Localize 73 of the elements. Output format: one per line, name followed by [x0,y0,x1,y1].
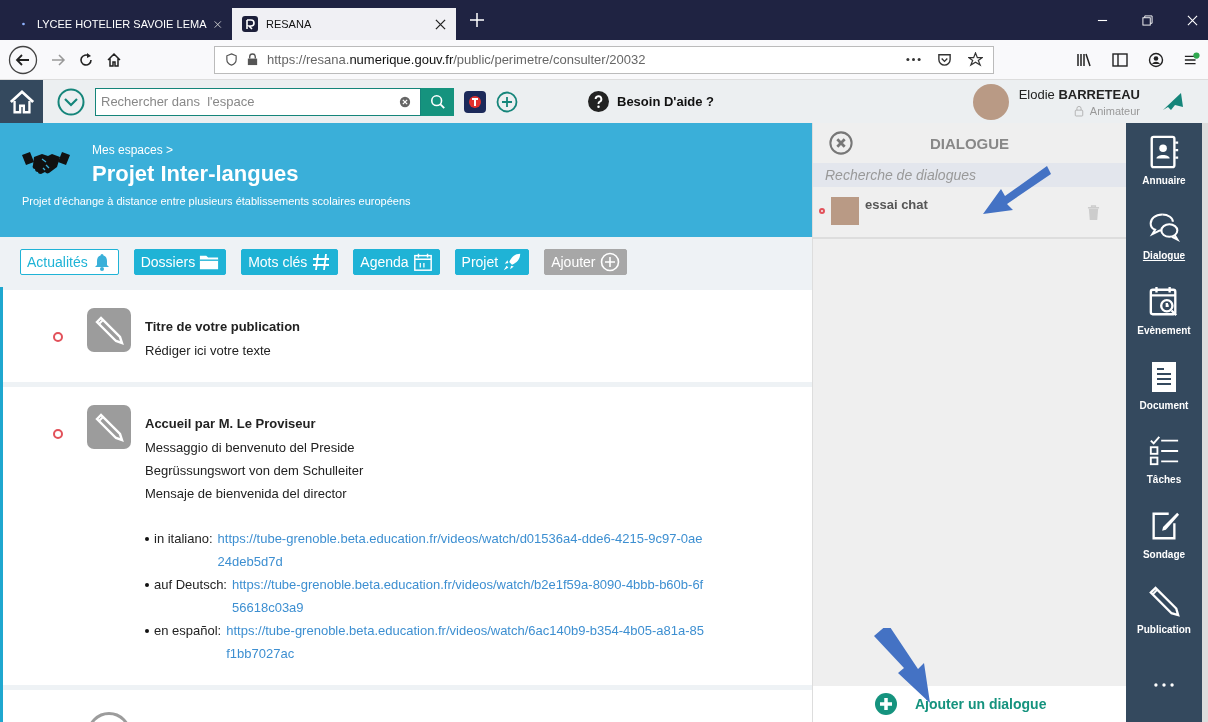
handshake-icon [22,149,70,177]
conversation-name: essai chat [865,197,929,212]
home-button[interactable] [0,80,43,123]
post-text: Rédiger ici votre texte [145,342,272,360]
search-field[interactable]: Rechercher dans l'espace [95,87,421,116]
post-text: Mensaje de bienvenida del director [145,485,348,503]
link-label: en español: [154,622,222,640]
sidebar-item[interactable]: Sondage [1126,497,1202,573]
video-link[interactable]: https://tube-grenoble.beta.education.fr/videos/watch/6ac140b9-b354-4b05-a81a-85f1bb7027ac [226,619,705,665]
shield-icon [225,53,238,66]
sidebar-item[interactable]: Publication [1126,572,1202,648]
star-icon[interactable] [968,52,983,67]
address-bar[interactable]: https://resana.numerique.gouv.fr/public/perimetre/consulter/20032 [214,45,994,74]
sidebar-item[interactable]: Tâches [1126,422,1202,498]
rocket-icon [502,252,523,272]
user-name: Elodie BARRETEAU [1018,86,1140,102]
pencil-icon [1148,584,1180,619]
back-icon[interactable] [8,44,38,75]
pencil-icon [87,308,131,352]
sidebar-icon[interactable] [1112,51,1128,68]
post-text: Begrüssungswort von dem Schulleiter [145,462,365,480]
plus-circle-icon [875,693,897,715]
post-title: Titre de votre publication [145,318,301,336]
bullet-icon [145,629,149,633]
user-role: Animateur [1089,104,1140,117]
bullet-icon [145,537,149,541]
help-link[interactable]: Besoin D'aide ? [617,94,714,109]
url-text: https://resana.numerique.gouv.fr/public/perimetre/consulter/20032 [267,52,646,67]
hash-icon [311,252,332,272]
new-tab-icon[interactable] [470,13,484,27]
space-description: Projet d'échange à distance entre plusieurs établissements scolaires européens [22,195,412,207]
clear-icon[interactable] [399,95,411,108]
sidebar-item[interactable]: Dialogue [1126,197,1202,273]
forward-icon[interactable] [50,51,66,68]
link-label: auf Deutsch: [154,576,227,594]
pencil-icon [87,405,131,449]
home-icon[interactable] [106,51,122,68]
more-icon [1153,681,1175,688]
lock-icon [1073,104,1084,117]
post-text: Messaggio di benvenuto del Preside [145,439,356,457]
pocket-icon[interactable] [937,52,952,67]
sidebar-item[interactable]: Annuaire [1126,123,1202,198]
close-icon[interactable] [435,18,446,30]
panel-title: DIALOGUE [928,134,1011,152]
restore-icon[interactable] [1142,14,1153,26]
chevron-down-icon[interactable] [57,87,85,116]
browser-tab[interactable]: LYCEE HOTELIER SAVOIE LEMA [8,8,232,40]
search-field[interactable]: Recherche de dialogues [813,163,1126,187]
address-book-icon [1148,134,1180,169]
reload-icon[interactable] [78,51,94,68]
calendar-icon [412,252,433,272]
site-logo-icon [242,16,258,32]
home-icon [8,88,35,115]
user-avatar [831,197,859,225]
app-logo-icon[interactable] [464,90,486,113]
help-icon[interactable] [588,91,609,112]
library-icon[interactable] [1076,51,1092,68]
link-label: in italiano: [154,530,213,548]
search-button[interactable] [421,87,454,116]
add-dialogue-button[interactable]: Ajouter un dialogue [813,686,1126,722]
sidebar-item[interactable]: Evènement [1126,272,1202,348]
space-title: Projet Inter-langues [92,161,299,187]
browser-tab[interactable]: RESANA [232,8,456,40]
lock-icon [246,53,259,66]
bullet-icon [145,583,149,587]
search-icon [429,93,446,110]
plus-circle-icon [599,252,620,272]
post-title: Accueil par M. Le Proviseur [145,415,317,433]
calendar-clock-icon [1148,284,1180,319]
sidebar-item[interactable]: Document [1126,347,1202,423]
close-icon[interactable] [214,18,222,30]
account-icon[interactable] [1148,51,1164,68]
add-circle-icon[interactable] [496,90,518,113]
